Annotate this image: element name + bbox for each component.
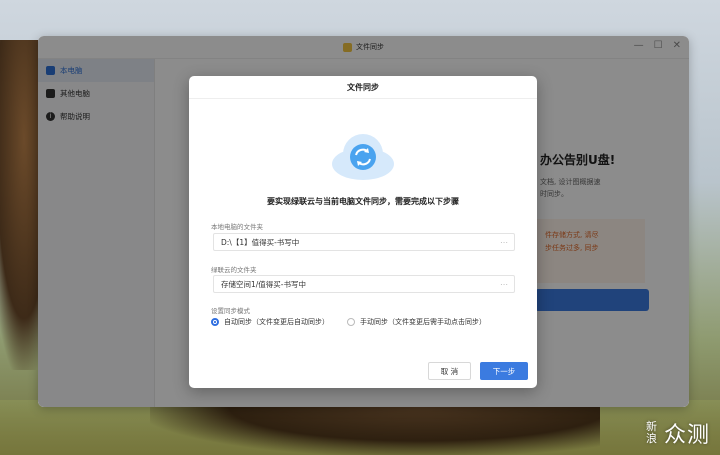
manual-sync-radio[interactable]: [347, 318, 355, 326]
file-sync-dialog: 文件同步 要实现绿联云与当前电脑文件同步，需要完成以下步骤 本地电脑的文件夹 D…: [189, 76, 537, 388]
cancel-button[interactable]: 取 消: [428, 362, 471, 380]
dialog-title: 文件同步: [189, 76, 537, 99]
watermark-large-text: 众测: [663, 423, 710, 448]
sync-mode-label: 设置同步模式: [211, 307, 250, 315]
cloud-sync-icon: [330, 132, 396, 182]
auto-sync-option[interactable]: 自动同步（文件变更后自动同步）: [211, 317, 329, 327]
auto-sync-radio[interactable]: [211, 318, 219, 326]
local-folder-input[interactable]: D:\【1】值得买-书写中 ⋯: [213, 233, 515, 251]
browse-icon[interactable]: ⋯: [500, 280, 508, 289]
next-button[interactable]: 下一步: [480, 362, 528, 380]
watermark: 新浪 众测: [646, 417, 710, 449]
local-folder-label: 本地电脑的文件夹: [211, 223, 263, 231]
manual-sync-label: 手动同步（文件变更后需手动点击同步）: [360, 318, 486, 326]
dialog-prompt: 要实现绿联云与当前电脑文件同步，需要完成以下步骤: [267, 197, 459, 206]
sync-mode-options: 自动同步（文件变更后自动同步） 手动同步（文件变更后需手动点击同步）: [211, 317, 486, 327]
local-folder-value: D:\【1】值得买-书写中: [221, 237, 300, 247]
cloud-folder-label: 绿联云的文件夹: [211, 266, 257, 274]
manual-sync-option[interactable]: 手动同步（文件变更后需手动点击同步）: [347, 317, 486, 327]
browse-icon[interactable]: ⋯: [500, 238, 508, 247]
cloud-folder-value: 存储空间1/值得买-书写中: [221, 279, 307, 289]
auto-sync-label: 自动同步（文件变更后自动同步）: [224, 318, 329, 326]
watermark-small-text: 新浪: [645, 420, 658, 445]
cloud-folder-input[interactable]: 存储空间1/值得买-书写中 ⋯: [213, 275, 515, 293]
